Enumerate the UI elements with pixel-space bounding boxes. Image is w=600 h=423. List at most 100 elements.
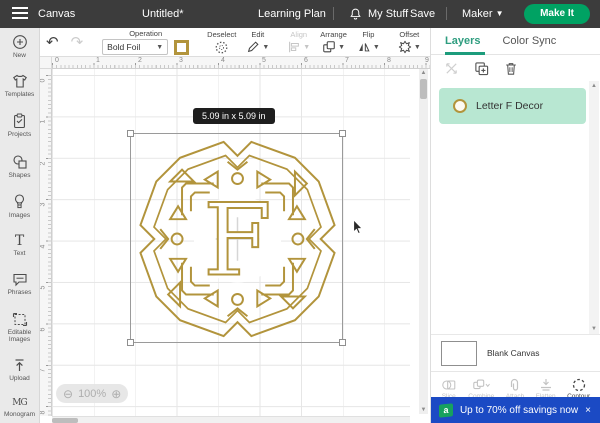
ruler-number: 5 (262, 57, 266, 64)
sidebar-item-shapes[interactable]: Shapes (0, 154, 39, 179)
edit-toolbar: ↶ ↷ Operation Bold Foil▼ Deselect Edit ▼… (40, 28, 430, 57)
sidebar-item-text[interactable]: T Text (0, 234, 39, 257)
deselect-button[interactable]: Deselect (202, 30, 241, 55)
vertical-scrollbar[interactable]: ▲ ▼ (419, 69, 428, 414)
zoom-level: 100% (78, 388, 106, 400)
size-tooltip: 5.09 in x 5.09 in (193, 108, 275, 124)
machine-selector[interactable]: Maker ▼ (462, 8, 504, 20)
panel-tabs: Layers Color Sync (431, 28, 600, 55)
scroll-up-icon[interactable]: ▲ (419, 70, 428, 76)
save-button[interactable]: Save (410, 8, 435, 20)
align-button: Align ▼ (282, 30, 315, 54)
flip-button[interactable]: Flip ▼ (352, 30, 385, 54)
slice-icon (441, 378, 457, 392)
promo-banner[interactable]: a Up to 70% off savings now × (431, 397, 600, 423)
zoom-out-button[interactable]: ⊖ (63, 388, 73, 400)
duplicate-icon[interactable] (474, 61, 489, 76)
combine-icon (472, 378, 490, 392)
close-icon[interactable]: × (585, 405, 593, 416)
sidebar-item-phrases[interactable]: Phrases (0, 272, 39, 296)
ruler-number: 3 (179, 57, 183, 64)
ruler-number: 3 (40, 203, 46, 207)
undo-icon[interactable]: ↶ (40, 33, 65, 51)
header-divider (446, 7, 447, 20)
make-it-button[interactable]: Make It (524, 4, 590, 24)
resize-handle-bottom-left[interactable] (127, 339, 134, 346)
horizontal-scrollbar[interactable] (52, 416, 410, 423)
my-stuff-link[interactable]: My Stuff (368, 8, 408, 20)
zoom-in-button[interactable]: ⊕ (111, 388, 121, 400)
ruler-number: 1 (96, 57, 100, 64)
ruler-number: 4 (40, 245, 46, 249)
ruler-number: 1 (40, 120, 46, 124)
ruler-number: 5 (40, 286, 46, 290)
ruler-number: 6 (304, 57, 308, 64)
chevron-down-icon: ▼ (303, 44, 310, 51)
resize-handle-bottom-right[interactable] (339, 339, 346, 346)
operation-control: Operation Bold Foil▼ (97, 29, 194, 55)
ruler-number: 6 (40, 328, 46, 332)
monogram-letter-f-design[interactable]: F (132, 135, 343, 343)
sidebar-item-images[interactable]: Images (0, 194, 39, 219)
monogram-icon: MG (12, 397, 26, 409)
ruler-vertical: 0 1 2 3 4 5 6 7 8 (40, 69, 52, 416)
document-title[interactable]: Untitled* (142, 8, 184, 20)
mouse-cursor (352, 220, 364, 240)
ruler-number: 0 (40, 79, 46, 83)
offset-button[interactable]: Offset ▼ (393, 30, 426, 54)
operation-dropdown[interactable]: Bold Foil▼ (102, 39, 168, 55)
edit-button[interactable]: Edit ▼ (241, 30, 274, 54)
blank-canvas-swatch[interactable] (441, 341, 477, 366)
color-swatch[interactable] (174, 40, 189, 55)
flip-icon (357, 40, 371, 54)
design-canvas[interactable]: 0 1 2 3 4 5 6 7 8 9 0 1 2 3 4 5 6 7 8 (40, 57, 430, 423)
sidebar-item-new[interactable]: New (0, 34, 39, 59)
app-header: Canvas Untitled* Learning Plan My Stuff … (0, 0, 600, 28)
layer-list-scrollbar[interactable]: ▲ ▼ (589, 81, 599, 334)
ruler-number: 2 (138, 57, 142, 64)
scrollbar-thumb[interactable] (52, 418, 78, 423)
letter-f-glyph: F (203, 184, 272, 299)
layers-panel: Layers Color Sync Letter F Decor ▲ ▼ Bla… (430, 28, 600, 423)
notifications-bell-icon[interactable] (349, 7, 362, 26)
layer-name: Letter F Decor (476, 100, 543, 112)
scroll-down-icon[interactable]: ▼ (419, 407, 428, 413)
contour-icon (571, 378, 587, 392)
tab-layers[interactable]: Layers (431, 28, 480, 54)
new-plus-icon (12, 34, 28, 50)
pencil-icon (246, 40, 260, 54)
resize-handle-top-left[interactable] (127, 130, 134, 137)
learning-plan-link[interactable]: Learning Plan (258, 8, 326, 20)
chevron-down-icon: ▼ (262, 44, 269, 51)
sidebar-item-monogram[interactable]: MG Monogram (0, 397, 39, 418)
chevron-down-icon: ▼ (338, 44, 345, 51)
scrollbar-thumb[interactable] (420, 79, 427, 99)
delete-trash-icon[interactable] (504, 61, 518, 76)
group-icon (444, 61, 459, 76)
upload-arrow-icon (12, 358, 27, 373)
sidebar-item-editable-images[interactable]: Editable Images (0, 312, 39, 344)
arrange-button[interactable]: Arrange ▼ (315, 30, 352, 54)
ruler-number: 2 (40, 162, 46, 166)
chevron-down-icon: ▼ (156, 44, 163, 51)
tab-color-sync[interactable]: Color Sync (480, 28, 556, 54)
sidebar-item-upload[interactable]: Upload (0, 358, 39, 382)
ruler-number: 4 (221, 57, 225, 64)
attach-paperclip-icon (507, 378, 523, 392)
menu-icon[interactable] (12, 7, 28, 20)
layer-tools-row (431, 55, 600, 81)
tshirt-icon (12, 74, 28, 89)
scroll-down-icon[interactable]: ▼ (589, 326, 599, 332)
zoom-control: ⊖ 100% ⊕ (56, 384, 128, 403)
sidebar-item-templates[interactable]: Templates (0, 74, 39, 98)
promo-text: Up to 70% off savings now (460, 405, 578, 416)
sidebar-item-projects[interactable]: Projects (0, 113, 39, 138)
redo-icon[interactable]: ↷ (65, 33, 90, 51)
scroll-up-icon[interactable]: ▲ (589, 83, 599, 89)
speech-bubble-icon (12, 272, 28, 287)
ruler-corner (40, 57, 52, 69)
selection-bounding-box[interactable]: F (130, 133, 343, 343)
layer-item-letter-f-decor[interactable]: Letter F Decor (439, 88, 586, 124)
align-icon (287, 40, 301, 54)
resize-handle-top-right[interactable] (339, 130, 346, 137)
